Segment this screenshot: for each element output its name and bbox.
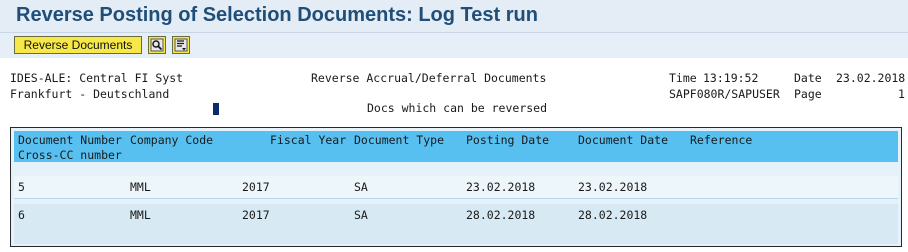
cell-fiscal-year: 2017 — [242, 180, 270, 194]
cell-fiscal-year: 2017 — [242, 208, 270, 222]
date-value: 23.02.2018 — [836, 71, 906, 85]
table-row[interactable]: 5 MML 2017 SA 23.02.2018 23.02.2018 — [14, 176, 898, 198]
col-document-number: Document Number — [18, 133, 122, 147]
col-fiscal-year: Fiscal Year — [270, 133, 347, 147]
cell-company-code: MML — [130, 208, 151, 222]
table-row[interactable]: 6 MML 2017 SA 28.02.2018 28.02.2018 — [14, 204, 898, 244]
report-title: Reverse Accrual/Deferral Documents — [311, 71, 547, 85]
documents-table: Document Number Company Code Fiscal Year… — [10, 127, 902, 247]
cell-posting-date: 28.02.2018 — [466, 208, 536, 222]
cell-document-number: 6 — [18, 208, 25, 222]
cell-posting-date: 23.02.2018 — [466, 180, 536, 194]
time-label: Time — [669, 71, 697, 85]
table-header: Document Number Company Code Fiscal Year… — [14, 131, 898, 162]
date-label: Date — [794, 71, 822, 85]
cell-document-date: 28.02.2018 — [578, 208, 648, 222]
find-button[interactable] — [148, 36, 166, 54]
title-bar: Reverse Posting of Selection Documents: … — [0, 0, 908, 33]
list-subtitle: Docs which can be reversed — [367, 101, 548, 115]
reverse-documents-button[interactable]: Reverse Documents — [14, 36, 142, 54]
page-title: Reverse Posting of Selection Documents: … — [16, 4, 538, 26]
col-cross-cc-number: Cross-CC number — [18, 148, 122, 162]
cell-document-type: SA — [354, 208, 368, 222]
cell-document-date: 23.02.2018 — [578, 180, 648, 194]
col-reference: Reference — [690, 133, 753, 147]
col-document-type: Document Type — [354, 133, 445, 147]
system-name: IDES-ALE: Central FI Syst — [10, 71, 184, 85]
col-document-date: Document Date — [578, 133, 669, 147]
cell-company-code: MML — [130, 180, 151, 194]
time-value: 13:19:52 — [703, 71, 759, 85]
col-posting-date: Posting Date — [466, 133, 550, 147]
cursor-marker — [213, 103, 219, 115]
location-name: Frankfurt - Deutschland — [10, 87, 170, 101]
col-company-code: Company Code — [130, 133, 214, 147]
page-number: 1 — [898, 87, 905, 101]
program-user: SAPF080R/SAPUSER — [669, 87, 780, 101]
cell-document-type: SA — [354, 180, 368, 194]
report-list: IDES-ALE: Central FI Syst Reverse Accrua… — [0, 58, 908, 252]
page-label: Page — [794, 87, 822, 101]
cell-document-number: 5 — [18, 180, 25, 194]
application-toolbar: Reverse Documents — [0, 33, 908, 57]
layout-settings-button[interactable] — [172, 36, 190, 54]
row-divider — [14, 198, 898, 199]
